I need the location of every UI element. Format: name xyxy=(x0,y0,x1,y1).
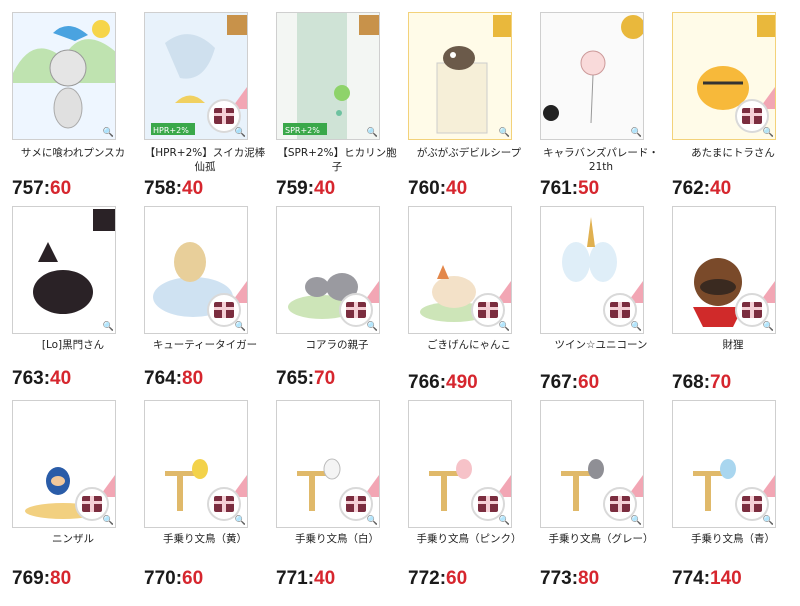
item-thumbnail[interactable]: 🔍 xyxy=(672,400,776,528)
item-name: ツイン☆ユニコーン xyxy=(554,339,648,351)
item-thumbnail[interactable]: 🔍 xyxy=(408,400,512,528)
item-thumbnail[interactable]: 🔍 xyxy=(12,400,116,528)
item-name: コアラの親子 xyxy=(305,339,369,351)
item-thumbnail[interactable]: 🔍 xyxy=(540,400,644,528)
zoom-icon[interactable]: 🔍 xyxy=(496,128,510,138)
item-number: 763:40 xyxy=(12,368,72,389)
zoom-icon[interactable]: 🔍 xyxy=(364,516,378,526)
item-thumbnail[interactable]: 🔍 xyxy=(408,206,512,334)
devil-sheep-image xyxy=(409,13,511,139)
item-name: 手乗り文鳥（ピンク） xyxy=(416,533,522,545)
item-number: 760:40 xyxy=(408,178,468,199)
item-thumbnail[interactable]: 🔍 xyxy=(12,206,116,334)
item-thumbnail[interactable]: 🔍 xyxy=(144,400,248,528)
item-number: 757:60 xyxy=(12,178,72,199)
zoom-icon[interactable]: 🔍 xyxy=(628,128,642,138)
item-thumbnail[interactable]: 🔍 xyxy=(12,12,116,140)
item-number: 769:80 xyxy=(12,568,72,589)
svg-text:HPR+2%: HPR+2% xyxy=(153,126,189,135)
zoom-icon[interactable]: 🔍 xyxy=(364,128,378,138)
item-thumbnail[interactable]: 🔍 xyxy=(276,400,380,528)
svg-text:SPR+2%: SPR+2% xyxy=(285,126,320,135)
item-number: 761:50 xyxy=(540,178,600,199)
zoom-icon[interactable]: 🔍 xyxy=(628,322,642,332)
item-name: 手乗り文鳥（青） xyxy=(691,533,775,545)
zoom-icon[interactable]: 🔍 xyxy=(232,128,246,138)
item-number: 764:80 xyxy=(144,368,204,389)
item-thumbnail[interactable]: HPR+2% 🔍 xyxy=(144,12,248,140)
item-number: 765:70 xyxy=(276,368,336,389)
item-name: 財狸 xyxy=(722,339,744,351)
item-name: 【HPR+2%】スイカ泥棒仙孤 xyxy=(144,147,266,173)
item-name: 手乗り文鳥（グレー） xyxy=(548,533,654,545)
item-name: 手乗り文鳥（白） xyxy=(295,533,379,545)
zoom-icon[interactable]: 🔍 xyxy=(100,322,114,332)
item-number: 759:40 xyxy=(276,178,336,199)
item-number: 773:80 xyxy=(540,568,600,589)
zoom-icon[interactable]: 🔍 xyxy=(760,516,774,526)
item-thumbnail[interactable]: 🔍 xyxy=(672,206,776,334)
zoom-icon[interactable]: 🔍 xyxy=(232,516,246,526)
item-name: ニンザル xyxy=(52,533,94,545)
zoom-icon[interactable]: 🔍 xyxy=(628,516,642,526)
zoom-icon[interactable]: 🔍 xyxy=(100,128,114,138)
zoom-icon[interactable]: 🔍 xyxy=(232,322,246,332)
bear-balloon-image xyxy=(541,13,643,139)
item-thumbnail[interactable]: 🔍 xyxy=(540,12,644,140)
zoom-icon[interactable]: 🔍 xyxy=(496,322,510,332)
black-cat-image xyxy=(13,207,115,333)
item-name: ごきげんにゃんこ xyxy=(427,339,511,351)
zoom-icon[interactable]: 🔍 xyxy=(760,128,774,138)
item-thumbnail[interactable]: 🔍 xyxy=(408,12,512,140)
zoom-icon[interactable]: 🔍 xyxy=(760,322,774,332)
item-name: サメに喰われプンスカ xyxy=(20,147,126,159)
item-number: 758:40 xyxy=(144,178,204,199)
item-name: キューティータイガー xyxy=(152,339,258,351)
item-number: 767:60 xyxy=(540,372,600,393)
item-thumbnail[interactable]: 🔍 xyxy=(672,12,776,140)
item-thumbnail[interactable]: 🔍 xyxy=(276,206,380,334)
item-number: 762:40 xyxy=(672,178,732,199)
item-thumbnail[interactable]: 🔍 xyxy=(540,206,644,334)
item-name: キャラバンズパレード・21th xyxy=(543,147,659,173)
item-number: 766:490 xyxy=(408,372,478,393)
spore-image: SPR+2% xyxy=(277,13,379,139)
shark-avatar-image xyxy=(13,13,115,139)
item-number: 771:40 xyxy=(276,568,336,589)
zoom-icon[interactable]: 🔍 xyxy=(100,516,114,526)
item-name: がぶがぶデビルシープ xyxy=(416,147,522,159)
item-number: 772:60 xyxy=(408,568,468,589)
item-number: 774:140 xyxy=(672,568,742,589)
item-name: 手乗り文鳥（黄） xyxy=(163,533,247,545)
zoom-icon[interactable]: 🔍 xyxy=(364,322,378,332)
item-thumbnail[interactable]: 🔍 xyxy=(144,206,248,334)
item-number: 768:70 xyxy=(672,372,732,393)
item-name: 【SPR+2%】ヒカリン胞子 xyxy=(277,147,397,173)
item-thumbnail[interactable]: SPR+2% 🔍 xyxy=(276,12,380,140)
item-name: [Lo]黒門さん xyxy=(41,339,105,351)
zoom-icon[interactable]: 🔍 xyxy=(496,516,510,526)
item-number: 770:60 xyxy=(144,568,204,589)
item-name: あたまにトラさん xyxy=(691,147,775,159)
